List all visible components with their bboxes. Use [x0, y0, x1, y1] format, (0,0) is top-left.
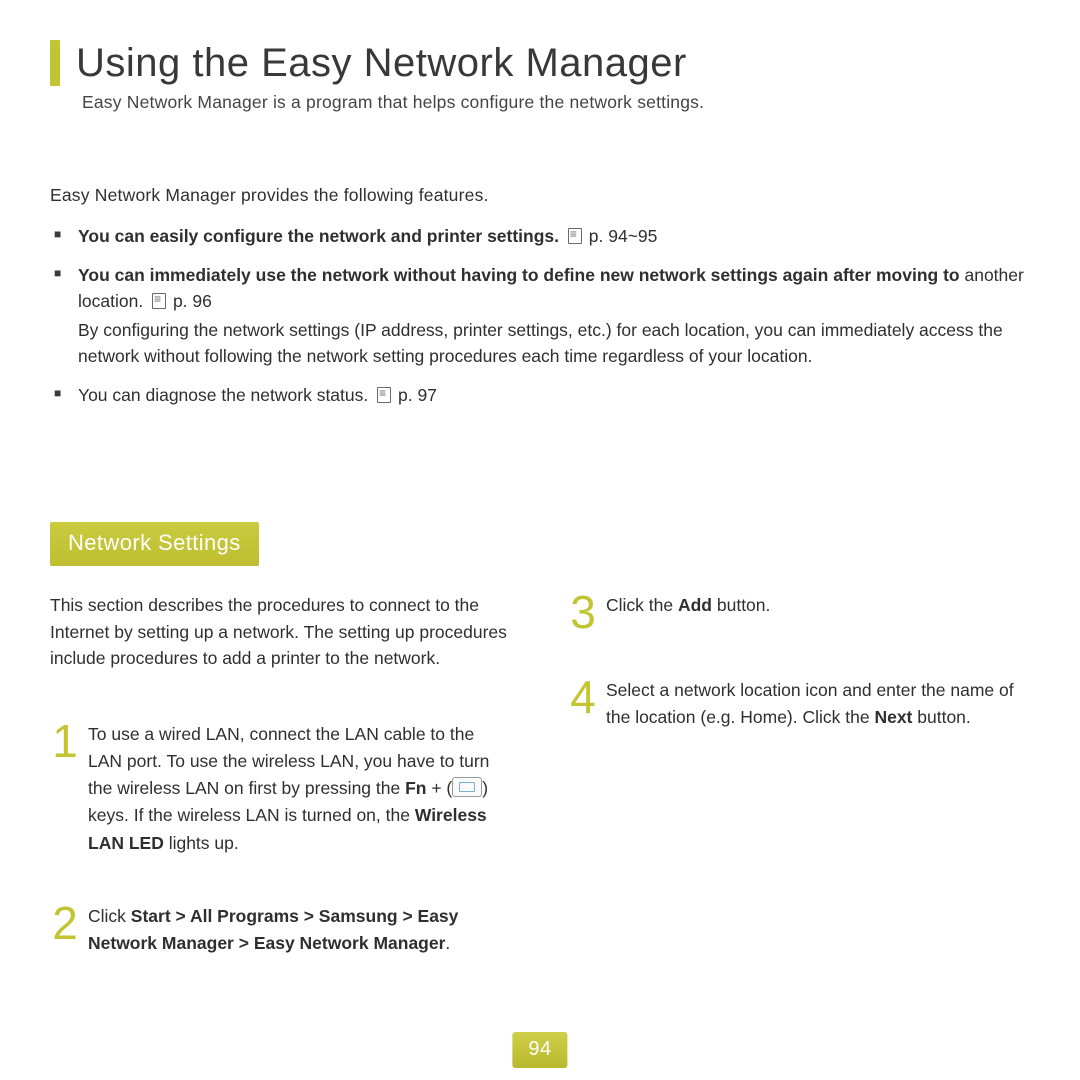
page-subtitle: Easy Network Manager is a program that h… [82, 92, 1030, 113]
step-4: 4 Select a network location icon and ent… [568, 677, 1030, 731]
page-ref-icon [568, 228, 582, 244]
add-button-label: Add [678, 595, 712, 615]
two-column-layout: This section describes the procedures to… [50, 592, 1030, 1003]
step-text: Click the Add button. [606, 592, 770, 619]
page-number-badge: 94 [512, 1032, 567, 1068]
function-key-icon [452, 777, 482, 797]
page-title: Using the Easy Network Manager [76, 41, 687, 86]
next-button-label: Next [874, 707, 912, 727]
step-text: To use a wired LAN, connect the LAN cabl… [88, 721, 512, 857]
page-ref-icon [377, 387, 391, 403]
step-text: Click Start > All Programs > Samsung > E… [88, 903, 512, 957]
feature-page-ref: p. 96 [173, 291, 212, 311]
step-1: 1 To use a wired LAN, connect the LAN ca… [50, 721, 512, 857]
feature-plain-text: You can diagnose the network status. [78, 385, 368, 405]
feature-detail-text: By configuring the network settings (IP … [78, 318, 1030, 369]
features-lead-text: Easy Network Manager provides the follow… [50, 185, 1030, 206]
section-badge-network-settings: Network Settings [50, 522, 259, 566]
title-accent-bar [50, 40, 60, 86]
feature-page-ref: p. 94~95 [589, 226, 658, 246]
step-2: 2 Click Start > All Programs > Samsung >… [50, 903, 512, 957]
feature-item: You can immediately use the network with… [50, 263, 1030, 369]
title-row: Using the Easy Network Manager [50, 40, 1030, 86]
manual-page: Using the Easy Network Manager Easy Netw… [0, 0, 1080, 1080]
feature-bold-text: You can immediately use the network with… [78, 265, 960, 285]
step-text: Select a network location icon and enter… [606, 677, 1030, 731]
left-column: This section describes the procedures to… [50, 592, 512, 1003]
step-number: 4 [568, 679, 598, 716]
feature-item: You can easily configure the network and… [50, 224, 1030, 249]
step-number: 1 [50, 723, 80, 760]
step-number: 3 [568, 594, 598, 631]
step-3: 3 Click the Add button. [568, 592, 1030, 631]
section-intro-text: This section describes the procedures to… [50, 592, 512, 671]
feature-item: You can diagnose the network status. p. … [50, 383, 1030, 408]
feature-page-ref: p. 97 [398, 385, 437, 405]
fn-key-label: Fn [405, 778, 426, 798]
step-number: 2 [50, 905, 80, 942]
right-column: 3 Click the Add button. 4 Select a netwo… [568, 592, 1030, 1003]
features-list: You can easily configure the network and… [50, 224, 1030, 408]
page-ref-icon [152, 293, 166, 309]
menu-path-label: Start > All Programs > Samsung > Easy Ne… [88, 906, 458, 953]
feature-bold-text: You can easily configure the network and… [78, 226, 559, 246]
